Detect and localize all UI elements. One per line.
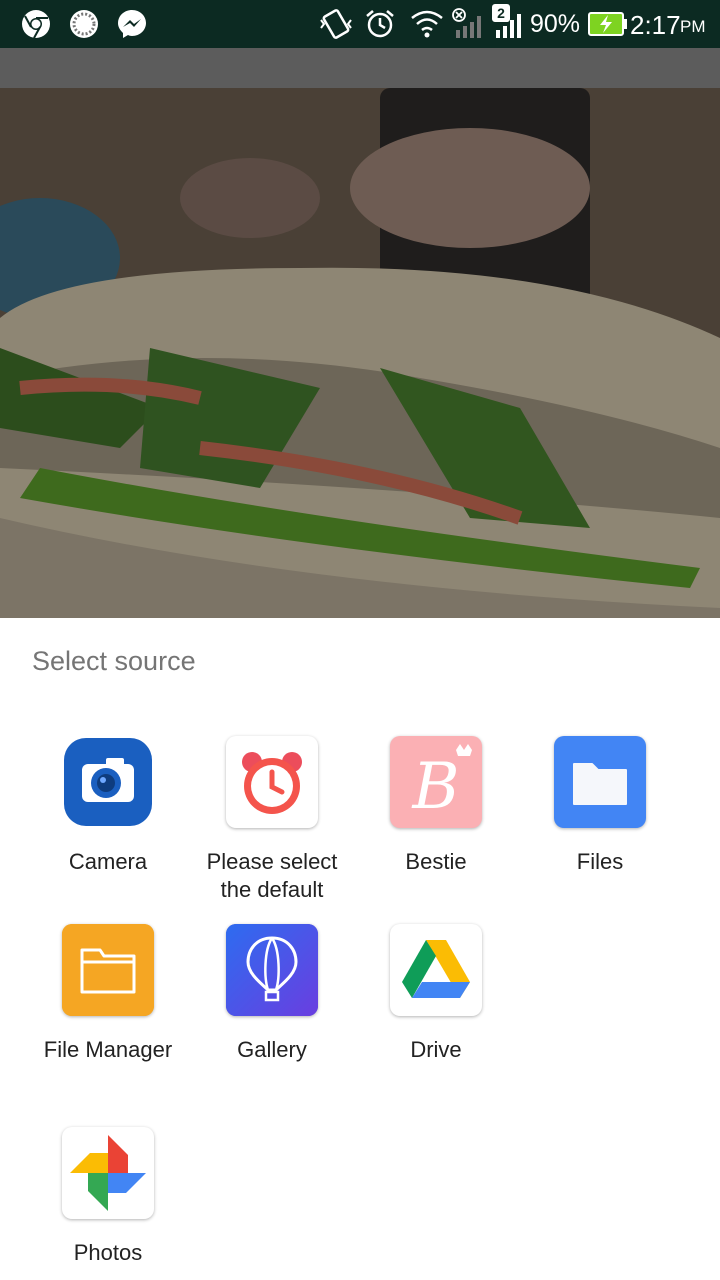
- status-bar: 2 90% 2:17 PM: [0, 0, 720, 48]
- pinwheel-icon: [62, 1127, 154, 1219]
- balloon-icon: [226, 924, 318, 1016]
- app-files[interactable]: Files: [518, 736, 682, 876]
- alarm-clock-icon: [226, 736, 318, 828]
- app-label: Bestie: [405, 849, 467, 874]
- battery-charging-icon: [588, 12, 627, 36]
- svg-text:B: B: [411, 750, 459, 824]
- app-please-select-default[interactable]: Please select the default: [190, 736, 354, 904]
- chrome-icon: [22, 10, 50, 39]
- app-camera[interactable]: Camera: [26, 736, 190, 876]
- app-drive[interactable]: Drive: [354, 924, 518, 1064]
- signal-no-service-icon: [452, 8, 481, 38]
- drive-icon: [390, 924, 482, 1016]
- sync-icon: [70, 10, 98, 38]
- bestie-icon: B: [390, 736, 482, 828]
- background-photo: [0, 48, 720, 618]
- file-manager-icon: [62, 924, 154, 1016]
- app-label: File Manager: [43, 1037, 173, 1062]
- camera-icon: [62, 736, 154, 828]
- app-label: Photos: [73, 1240, 143, 1265]
- vibrate-icon: [320, 9, 352, 39]
- wifi-icon: [411, 10, 443, 38]
- sheet-title: Select source: [32, 646, 196, 676]
- alarm-icon: [366, 10, 394, 38]
- app-label: Camera: [68, 849, 148, 874]
- clock-suffix: PM: [680, 17, 706, 36]
- app-label: Files: [576, 849, 624, 874]
- app-label: Drive: [410, 1037, 462, 1062]
- app-label: Gallery: [237, 1037, 307, 1062]
- app-gallery[interactable]: Gallery: [190, 924, 354, 1064]
- clock-time: 2:17: [630, 10, 681, 40]
- battery-percent: 90%: [530, 10, 581, 38]
- messenger-icon: [118, 10, 146, 38]
- app-bestie[interactable]: B Bestie: [354, 736, 518, 876]
- app-photos[interactable]: Photos: [26, 1127, 190, 1267]
- app-label: Please select the default: [206, 849, 338, 902]
- app-file-manager[interactable]: File Manager: [26, 924, 190, 1064]
- folder-icon: [554, 736, 646, 828]
- signal-icon: [496, 14, 521, 38]
- select-source-sheet: Select source Camera Please select the d…: [0, 618, 720, 1280]
